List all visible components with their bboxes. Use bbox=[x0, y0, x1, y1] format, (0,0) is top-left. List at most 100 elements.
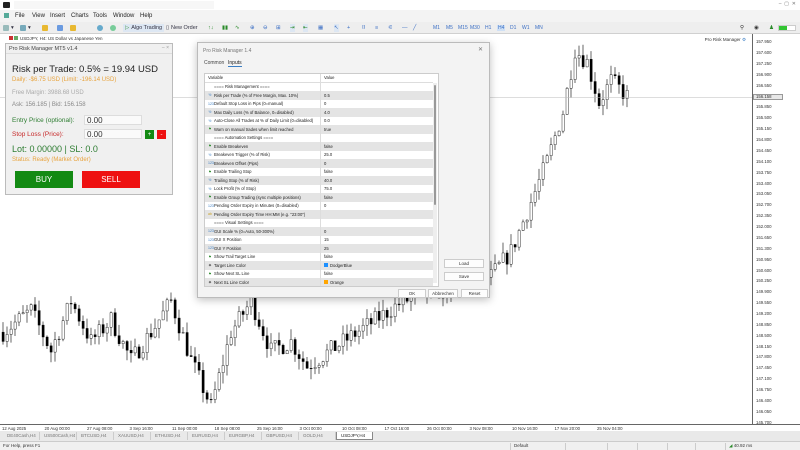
community-icon[interactable] bbox=[110, 24, 116, 32]
input-row[interactable]: ⚑ Enable Trailing Stop false bbox=[205, 167, 433, 176]
column-header-value[interactable]: Value bbox=[321, 75, 334, 80]
user-icon[interactable]: ♟ bbox=[769, 24, 774, 32]
search-icon[interactable]: ⚲ bbox=[740, 24, 744, 32]
new-order-button[interactable]: ▯ New Order bbox=[166, 24, 198, 32]
vertical-line-icon[interactable]: ⌷ bbox=[362, 24, 365, 32]
input-row[interactable]: ⚑ Show Next SL Line false bbox=[205, 269, 433, 278]
buy-button[interactable]: BUY bbox=[15, 171, 73, 188]
group-row[interactable]: ==== Automation Settings ==== bbox=[205, 133, 433, 142]
value-cell[interactable]: false bbox=[321, 169, 333, 174]
input-row[interactable]: ⚑ Warn on manual trades when limit reache… bbox=[205, 125, 433, 134]
input-row[interactable]: ⚑ Enable Breakeven false bbox=[205, 142, 433, 151]
menu-view[interactable]: View bbox=[32, 13, 45, 19]
ok-button[interactable]: OK bbox=[398, 289, 426, 298]
indicator-label[interactable]: Pro Risk Manager ⚙ bbox=[705, 37, 746, 43]
menu-window[interactable]: Window bbox=[113, 13, 134, 19]
value-cell[interactable]: DodgerBlue bbox=[321, 263, 352, 268]
timeframe-m1[interactable]: M1 bbox=[433, 25, 440, 31]
value-cell[interactable]: true bbox=[321, 127, 331, 132]
close-icon[interactable]: ✕ bbox=[478, 46, 483, 53]
value-cell[interactable]: Orange bbox=[321, 280, 344, 285]
timeframe-d1[interactable]: D1 bbox=[510, 25, 516, 31]
input-row[interactable]: 123 GUI X Position 15 bbox=[205, 235, 433, 244]
value-cell[interactable]: 40.0 bbox=[321, 178, 332, 183]
input-row[interactable]: ⚑ Enable Group Trading (sync multiple pos… bbox=[205, 193, 433, 202]
timeframe-m5[interactable]: M5 bbox=[446, 25, 453, 31]
tab-common[interactable]: Common bbox=[204, 60, 224, 66]
timeframe-w1[interactable]: W1 bbox=[522, 25, 530, 31]
bar-chart-button[interactable]: ↑↓ bbox=[208, 24, 214, 32]
value-cell[interactable]: false bbox=[321, 144, 333, 149]
profiles-button[interactable]: ▾ bbox=[20, 24, 31, 32]
line-chart-button[interactable]: ∿ bbox=[235, 24, 240, 32]
symbol-tab[interactable]: US500Cash,H4 bbox=[40, 432, 77, 440]
value-cell[interactable]: 25 bbox=[321, 246, 329, 251]
cancel-button[interactable]: Abbrechen bbox=[428, 289, 458, 298]
input-row[interactable]: 123 Default Stop Loss in Pips (0=manual) 0 bbox=[205, 99, 433, 108]
value-cell[interactable]: false bbox=[321, 254, 333, 259]
sl-plus-button[interactable]: + bbox=[145, 130, 154, 139]
value-cell[interactable]: 0 bbox=[321, 229, 326, 234]
symbol-tab[interactable]: GBPUSD,H4 bbox=[262, 432, 299, 440]
zoom-in-icon[interactable]: ⊕ bbox=[250, 24, 255, 32]
menu-insert[interactable]: Insert bbox=[50, 13, 65, 19]
panel-controls[interactable]: – × bbox=[162, 45, 169, 51]
load-button[interactable]: Load bbox=[444, 259, 484, 268]
value-cell[interactable]: 0 bbox=[321, 161, 326, 166]
menu-file[interactable]: File bbox=[15, 13, 25, 19]
value-cell[interactable]: 15 bbox=[321, 237, 329, 242]
input-row[interactable]: ◆ Target Line Color DodgerBlue bbox=[205, 261, 433, 270]
app-menu-icon[interactable] bbox=[4, 13, 9, 18]
timeframe-h4[interactable]: H4 bbox=[497, 25, 506, 31]
time-axis[interactable]: 12 Aug 2025 20 Aug 00:00 27 Aug 08:00 3 Sep… bbox=[0, 424, 800, 431]
candlestick-button[interactable]: ▮▮ bbox=[222, 24, 228, 32]
value-cell[interactable]: 0.5 bbox=[321, 93, 330, 98]
menu-help[interactable]: Help bbox=[140, 13, 152, 19]
reset-button[interactable]: Reset bbox=[461, 289, 488, 298]
globe-icon[interactable] bbox=[97, 24, 103, 32]
account-icon[interactable]: ◉ bbox=[754, 24, 759, 32]
navigator-icon[interactable] bbox=[57, 24, 63, 32]
symbol-tab[interactable]: GOLD,H4 bbox=[299, 432, 336, 440]
autoscroll-button[interactable]: ⇥ bbox=[290, 24, 295, 32]
input-row[interactable]: ⚑ Show Trail Target Line false bbox=[205, 252, 433, 261]
value-cell[interactable]: false bbox=[321, 271, 333, 276]
algo-trading-button[interactable]: ▷ Algo Trading bbox=[123, 24, 165, 32]
market-watch-icon[interactable] bbox=[42, 24, 48, 32]
sell-button[interactable]: SELL bbox=[82, 171, 140, 188]
input-row[interactable]: ½ Auto-Close All Trades at % of Daily Lim… bbox=[205, 116, 433, 125]
lock-icon[interactable] bbox=[70, 24, 76, 32]
input-row[interactable]: ½ Lock Profit (% of Stop) 75.0 bbox=[205, 184, 433, 193]
menu-tools[interactable]: Tools bbox=[93, 13, 107, 19]
value-cell[interactable]: false bbox=[321, 195, 333, 200]
table-scrollbar[interactable] bbox=[433, 83, 437, 283]
tab-inputs[interactable]: Inputs bbox=[228, 60, 242, 67]
symbol-tab[interactable]: EURUSD,H4 bbox=[188, 432, 225, 440]
menu-charts[interactable]: Charts bbox=[71, 13, 89, 19]
timeframe-m15[interactable]: M15 bbox=[458, 25, 468, 31]
new-chart-button[interactable]: ▾ bbox=[3, 24, 14, 32]
symbol-tab[interactable]: USDJPY,H4 bbox=[336, 432, 373, 440]
timeframe-mn[interactable]: MN bbox=[535, 25, 543, 31]
value-cell[interactable]: 75.0 bbox=[321, 186, 332, 191]
window-controls[interactable]: – ▢ ✕ bbox=[779, 1, 796, 7]
symbol-tab[interactable]: BTCUSD,H4 bbox=[77, 432, 114, 440]
price-axis[interactable]: 157.950157.600157.250156.900156.550156.2… bbox=[752, 34, 800, 425]
entry-price-input[interactable]: 0.00 bbox=[84, 115, 142, 125]
input-row[interactable]: 123 Breakeven Offset (Pips) 0 bbox=[205, 159, 433, 168]
trendline-icon[interactable]: — bbox=[402, 24, 408, 32]
save-button[interactable]: Save bbox=[444, 272, 484, 281]
value-cell[interactable]: 4.0 bbox=[321, 110, 330, 115]
column-header-variable[interactable]: Variable bbox=[205, 74, 321, 82]
symbol-tab[interactable]: EURGBP,H4 bbox=[225, 432, 262, 440]
input-row[interactable]: ½ Breakeven Trigger (% of Risk) 25.0 bbox=[205, 150, 433, 159]
input-row[interactable]: ½ Max Daily Loss (% of Balance, 0=disable… bbox=[205, 108, 433, 117]
timeframe-h1[interactable]: H1 bbox=[485, 25, 491, 31]
cursor-icon[interactable]: ↖ bbox=[334, 24, 339, 32]
timeframe-m30[interactable]: M30 bbox=[470, 25, 480, 31]
horizontal-line-icon[interactable]: ≡ bbox=[375, 24, 378, 32]
grid-icon[interactable]: ⊞ bbox=[276, 24, 281, 32]
group-row[interactable]: ==== Visual Settings ==== bbox=[205, 218, 433, 227]
sl-minus-button[interactable]: - bbox=[157, 130, 166, 139]
draw-icon[interactable]: ╱ bbox=[413, 24, 416, 32]
